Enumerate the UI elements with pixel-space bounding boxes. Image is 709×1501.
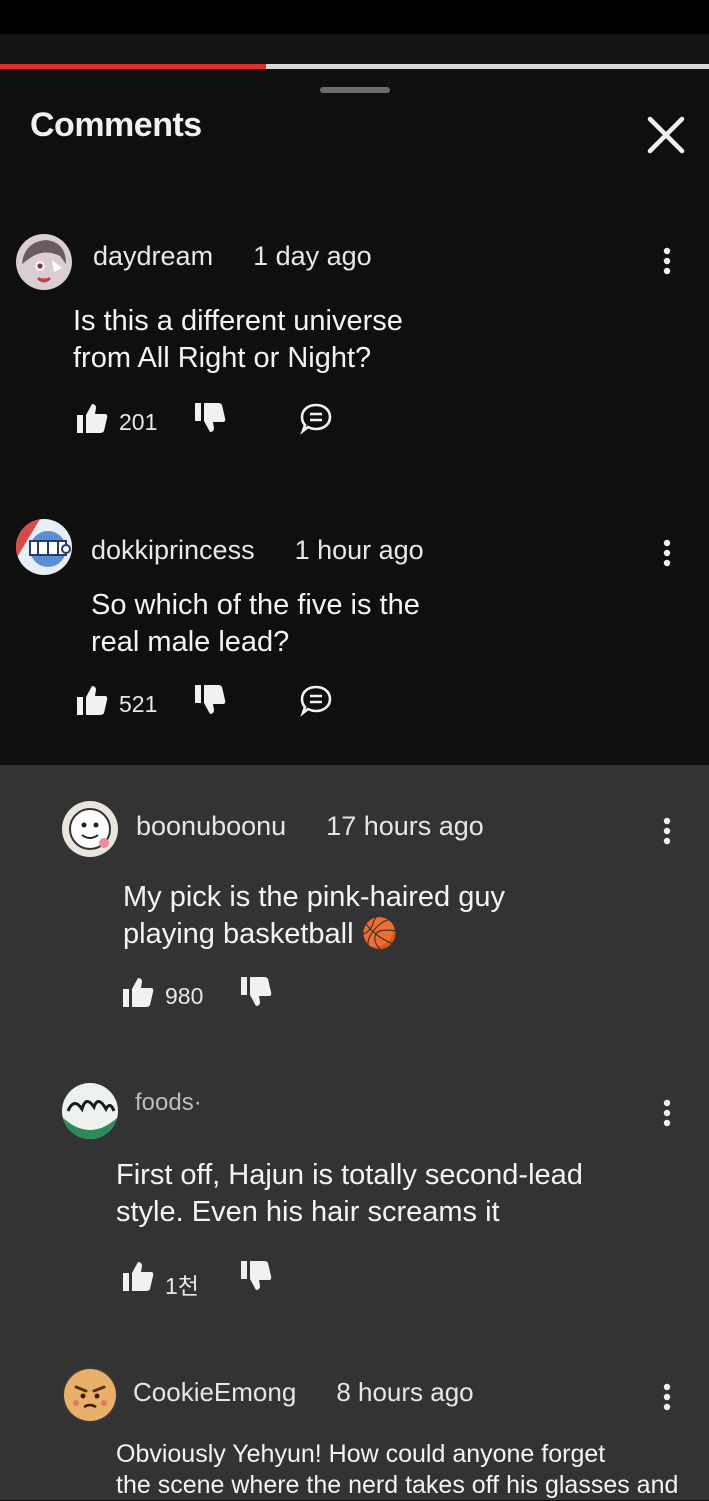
more-vertical-icon [663, 817, 671, 845]
like-count: 521 [119, 691, 158, 717]
like-button[interactable] [121, 975, 155, 1014]
dislike-button[interactable] [239, 975, 273, 1014]
drag-handle[interactable] [320, 87, 390, 93]
reply-time: 8 hours ago [336, 1377, 474, 1407]
reply-author[interactable]: foods· [135, 1089, 202, 1116]
avatar[interactable] [16, 234, 72, 290]
comment-actions: 521 [75, 683, 355, 727]
thumbs-down-icon [195, 403, 226, 432]
more-options-button[interactable] [655, 1093, 679, 1133]
comment-time: 1 hour ago [294, 535, 424, 565]
comment-text: So which of the five is the real male le… [91, 589, 420, 658]
more-vertical-icon [663, 247, 671, 275]
like-count: 980 [165, 983, 204, 1009]
more-vertical-icon [663, 539, 671, 567]
thumbs-down-icon [195, 685, 226, 714]
like-button[interactable] [121, 1259, 155, 1298]
avatar[interactable] [62, 1367, 118, 1423]
more-options-button[interactable] [655, 533, 679, 573]
thumbs-up-icon [123, 1262, 154, 1291]
thumbs-up-icon [77, 686, 108, 715]
reply-actions: 1천 [121, 1259, 301, 1303]
more-options-button[interactable] [655, 811, 679, 851]
reply-text: Obviously Yehyun! How could anyone forge… [116, 1440, 679, 1499]
reply-button[interactable] [299, 683, 333, 722]
more-vertical-icon [663, 1383, 671, 1411]
avatar[interactable] [62, 1083, 118, 1139]
avatar[interactable] [16, 519, 72, 575]
thumbs-up-icon [123, 978, 154, 1007]
reply-time: 17 hours ago [326, 811, 484, 841]
comments-sheet: Comments daydream 1 day ago Is this a di… [0, 69, 709, 1500]
comment-actions: 201 [75, 401, 355, 445]
dislike-button[interactable] [193, 683, 227, 722]
sheet-title: Comments [30, 106, 202, 144]
more-options-button[interactable] [655, 1377, 679, 1417]
like-count: 1천 [165, 1273, 199, 1299]
thumbs-down-icon [241, 977, 272, 1006]
more-options-button[interactable] [655, 241, 679, 281]
comment-bubble-icon [300, 403, 332, 435]
reply-actions: 980 [121, 975, 301, 1019]
reply-author[interactable]: boonuboonu [136, 811, 286, 841]
video-player-area[interactable] [0, 34, 709, 64]
like-button[interactable] [75, 401, 109, 440]
reply-button[interactable] [299, 401, 333, 440]
close-button[interactable] [640, 109, 692, 161]
thumbs-down-icon [241, 1261, 272, 1290]
reply-text: First off, Hajun is totally second-lead … [116, 1159, 583, 1228]
reply-author[interactable]: CookieEmong [133, 1377, 296, 1407]
close-icon [647, 116, 685, 154]
like-button[interactable] [75, 683, 109, 722]
comment-time: 1 day ago [253, 241, 372, 271]
comment-author[interactable]: daydream [93, 241, 213, 271]
dislike-button[interactable] [239, 1259, 273, 1298]
dislike-button[interactable] [193, 401, 227, 440]
more-vertical-icon [663, 1099, 671, 1127]
like-count: 201 [119, 409, 158, 435]
comment-bubble-icon [300, 685, 332, 717]
thumbs-up-icon [77, 404, 108, 433]
comment-author[interactable]: dokkiprincess [91, 535, 255, 565]
reply-text: My pick is the pink-haired guy playing b… [123, 881, 505, 950]
status-bar [0, 0, 709, 34]
comment-text: Is this a different universe from All Ri… [73, 305, 403, 374]
avatar[interactable] [62, 801, 118, 857]
